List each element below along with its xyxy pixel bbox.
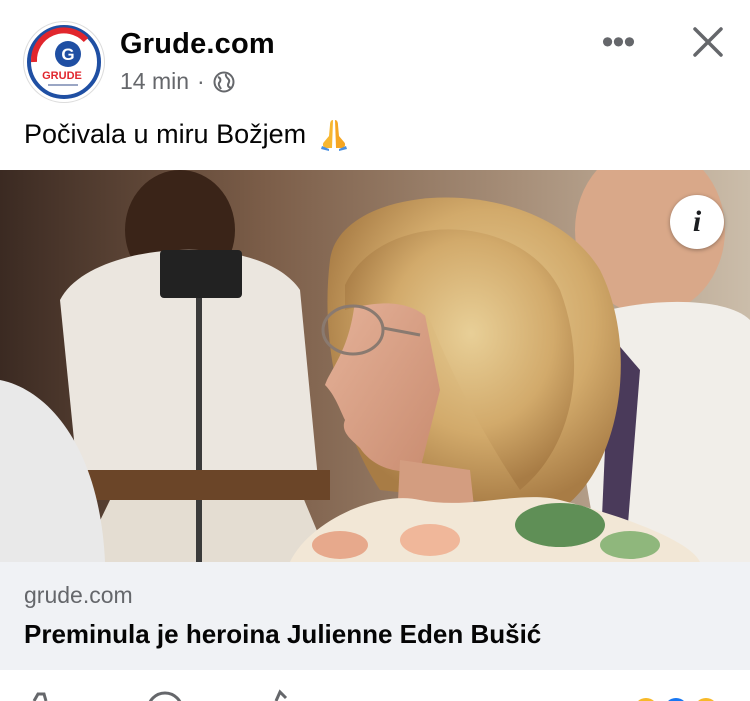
link-domain: grude.com — [24, 582, 133, 608]
grude-logo-icon: G GRUDE — [25, 23, 103, 101]
logo-text: GRUDE — [42, 70, 82, 82]
close-button[interactable] — [684, 18, 732, 66]
post-photo[interactable] — [0, 170, 750, 562]
action-bar — [0, 670, 750, 701]
page-name[interactable]: Grude.com — [120, 28, 275, 61]
link-title[interactable]: Preminula je heroina Julienne Eden Bušić — [24, 619, 541, 650]
meta-separator: · — [197, 68, 205, 94]
more-options-button[interactable]: ••• — [596, 20, 640, 64]
info-button[interactable]: i — [670, 195, 724, 249]
post-text: Počivala u miru Božjem — [24, 118, 307, 149]
post-time[interactable]: 14 min — [120, 68, 189, 95]
post-header: G GRUDE Grude.com 14 min · ••• — [0, 0, 750, 112]
logo-letter: G — [61, 45, 74, 64]
globe-icon — [213, 71, 235, 93]
woman-portrait-image — [0, 170, 750, 562]
close-icon — [693, 27, 723, 57]
page-avatar[interactable]: G GRUDE — [24, 22, 104, 102]
action-icons-partial — [32, 689, 714, 701]
post-message: Počivala u miru Božjem — [24, 116, 352, 152]
link-preview[interactable] — [0, 562, 750, 670]
folded-hands-icon — [316, 116, 352, 152]
post-meta: 14 min · — [120, 68, 235, 95]
info-icon: i — [692, 205, 702, 238]
more-options-label: ••• — [601, 22, 636, 61]
